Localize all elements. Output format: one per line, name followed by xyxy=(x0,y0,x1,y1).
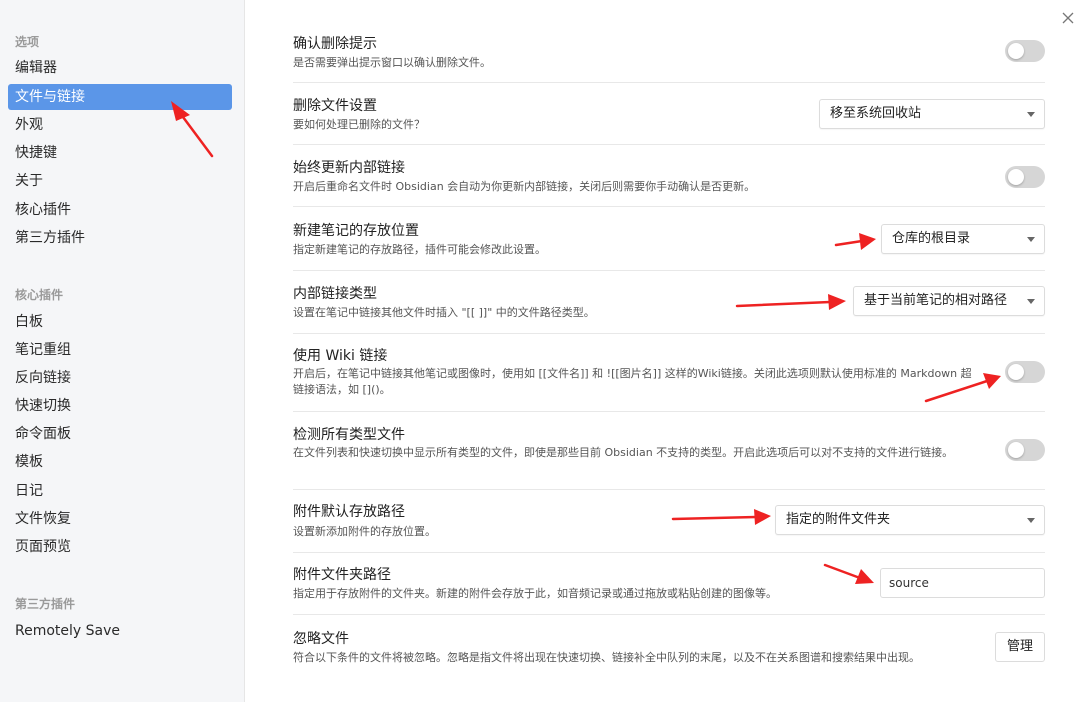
setting-name: 附件默认存放路径 xyxy=(293,504,405,520)
sidebar-item-templates[interactable]: 模板 xyxy=(8,449,232,475)
settings-sidebar: 选项 编辑器 文件与链接 外观 快捷键 关于 核心插件 第三方插件 核心插件 白… xyxy=(0,0,245,702)
dropdown-value: 仓库的根目录 xyxy=(892,231,971,246)
sidebar-item-page-preview[interactable]: 页面预览 xyxy=(8,534,232,560)
setting-desc: 在文件列表和快速切换中显示所有类型的文件，即使是那些目前 Obsidian 不支… xyxy=(293,446,954,459)
setting-desc: 指定用于存放附件的文件夹。新建的附件会存放于此，如音频记录或通过拖放或粘贴创建的… xyxy=(293,587,777,600)
sidebar-item-hotkeys[interactable]: 快捷键 xyxy=(8,140,232,166)
setting-link-format: 内部链接类型 设置在笔记中链接其他文件时插入 "[[ ]]" 中的文件路径类型。… xyxy=(293,270,1045,334)
setting-name: 使用 Wiki 链接 xyxy=(293,348,388,364)
sidebar-item-daily-notes[interactable]: 日记 xyxy=(8,478,232,504)
sidebar-item-files-links[interactable]: 文件与链接 xyxy=(8,84,232,110)
manage-button[interactable]: 管理 xyxy=(995,632,1045,662)
confirm-delete-toggle[interactable] xyxy=(1005,40,1045,62)
sidebar-item-third-party-plugins[interactable]: 第三方插件 xyxy=(8,225,232,251)
new-note-location-dropdown[interactable]: 仓库的根目录 xyxy=(881,224,1045,254)
setting-name: 检测所有类型文件 xyxy=(293,427,405,443)
sidebar-item-core-plugins[interactable]: 核心插件 xyxy=(8,197,232,223)
setting-attachment-folder: 附件文件夹路径 指定用于存放附件的文件夹。新建的附件会存放于此，如音频记录或通过… xyxy=(293,552,1045,615)
setting-name: 始终更新内部链接 xyxy=(293,160,405,176)
setting-name: 确认删除提示 xyxy=(293,36,377,52)
setting-name: 忽略文件 xyxy=(293,631,349,647)
setting-name: 附件文件夹路径 xyxy=(293,567,391,583)
setting-attachment-location: 附件默认存放路径 设置新添加附件的存放位置。 指定的附件文件夹 xyxy=(293,489,1045,553)
setting-new-note-location: 新建笔记的存放位置 指定新建笔记的存放路径，插件可能会修改此设置。 仓库的根目录 xyxy=(293,206,1045,271)
attachment-folder-input[interactable] xyxy=(880,568,1045,598)
setting-name: 内部链接类型 xyxy=(293,286,377,302)
chevron-down-icon xyxy=(1027,299,1035,304)
setting-auto-update-links: 始终更新内部链接 开启后重命名文件时 Obsidian 会自动为你更新内部链接，… xyxy=(293,144,1045,207)
section-header-core-plugins: 核心插件 xyxy=(15,288,64,302)
sidebar-item-about[interactable]: 关于 xyxy=(8,168,232,194)
setting-desc: 设置在笔记中链接其他文件时插入 "[[ ]]" 中的文件路径类型。 xyxy=(293,306,595,319)
sidebar-item-canvas[interactable]: 白板 xyxy=(8,309,232,335)
section-header-options: 选项 xyxy=(15,35,40,49)
setting-desc: 符合以下条件的文件将被忽略。忽略是指文件将出现在快速切换、链接补全中队列的末尾，… xyxy=(293,651,920,664)
section-header-third-party: 第三方插件 xyxy=(15,597,76,611)
setting-desc: 开启后重命名文件时 Obsidian 会自动为你更新内部链接，关闭后则需要你手动… xyxy=(293,180,756,193)
chevron-down-icon xyxy=(1027,518,1035,523)
attachment-location-dropdown[interactable]: 指定的附件文件夹 xyxy=(775,505,1045,535)
sidebar-item-quick-switcher[interactable]: 快速切换 xyxy=(8,393,232,419)
setting-desc: 指定新建笔记的存放路径，插件可能会修改此设置。 xyxy=(293,243,546,256)
sidebar-item-backlinks[interactable]: 反向链接 xyxy=(8,365,232,391)
detect-all-files-toggle[interactable] xyxy=(1005,439,1045,461)
setting-desc: 开启后，在笔记中链接其他笔记或图像时，使用如 [[文件名]] 和 ![[图片名]… xyxy=(293,367,972,396)
dropdown-value: 移至系统回收站 xyxy=(830,106,922,121)
sidebar-item-editor[interactable]: 编辑器 xyxy=(8,55,232,81)
link-format-dropdown[interactable]: 基于当前笔记的相对路径 xyxy=(853,286,1045,316)
setting-desc: 要如何处理已删除的文件？ xyxy=(293,118,425,131)
auto-update-links-toggle[interactable] xyxy=(1005,166,1045,188)
setting-confirm-delete: 确认删除提示 是否需要弹出提示窗口以确认删除文件。 xyxy=(293,22,1045,83)
setting-detect-all-files: 检测所有类型文件 在文件列表和快速切换中显示所有类型的文件，即使是那些目前 Ob… xyxy=(293,411,1045,490)
close-icon[interactable] xyxy=(1060,10,1076,26)
setting-desc: 设置新添加附件的存放位置。 xyxy=(293,525,436,538)
setting-deleted-files: 删除文件设置 要如何处理已删除的文件？ 移至系统回收站 xyxy=(293,82,1045,145)
sidebar-item-note-composer[interactable]: 笔记重组 xyxy=(8,337,232,363)
setting-name: 新建笔记的存放位置 xyxy=(293,223,419,239)
setting-desc: 是否需要弹出提示窗口以确认删除文件。 xyxy=(293,56,491,69)
chevron-down-icon xyxy=(1027,237,1035,242)
sidebar-item-appearance[interactable]: 外观 xyxy=(8,112,232,138)
sidebar-item-command-palette[interactable]: 命令面板 xyxy=(8,421,232,447)
wiki-links-toggle[interactable] xyxy=(1005,361,1045,383)
dropdown-value: 基于当前笔记的相对路径 xyxy=(864,293,1008,308)
sidebar-item-remotely-save[interactable]: Remotely Save xyxy=(8,618,232,644)
sidebar-item-file-recovery[interactable]: 文件恢复 xyxy=(8,506,232,532)
setting-wiki-links: 使用 Wiki 链接 开启后，在笔记中链接其他笔记或图像时，使用如 [[文件名]… xyxy=(293,333,1045,412)
dropdown-value: 指定的附件文件夹 xyxy=(786,512,891,527)
setting-excluded-files: 忽略文件 符合以下条件的文件将被忽略。忽略是指文件将出现在快速切换、链接补全中队… xyxy=(293,614,1045,678)
chevron-down-icon xyxy=(1027,112,1035,117)
deleted-files-dropdown[interactable]: 移至系统回收站 xyxy=(819,99,1045,129)
setting-name: 删除文件设置 xyxy=(293,98,377,114)
